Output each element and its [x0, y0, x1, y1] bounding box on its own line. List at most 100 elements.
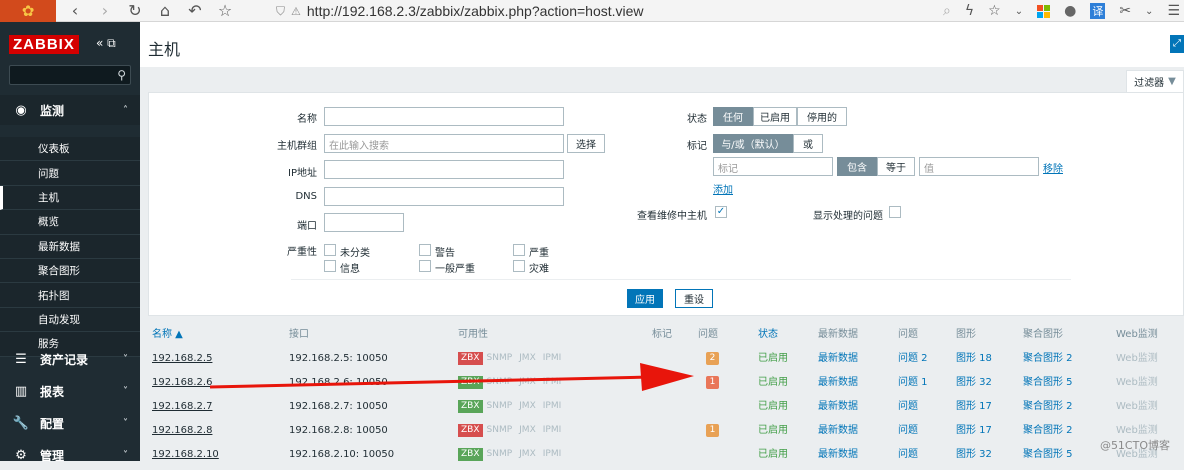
- status-enabled-button[interactable]: 已启用: [753, 107, 797, 126]
- bookmark-icon[interactable]: ☆: [988, 3, 1001, 19]
- problem-count-badge[interactable]: 1: [706, 424, 719, 437]
- tag-or-button[interactable]: 或: [793, 134, 823, 153]
- menu-reports[interactable]: ▥ 报表 ˅: [0, 376, 140, 406]
- select-button[interactable]: 选择: [567, 134, 605, 153]
- problems-link[interactable]: 问题 1: [898, 371, 928, 395]
- latest-data-link[interactable]: 最新数据: [818, 443, 858, 467]
- host-name-link[interactable]: 192.168.2.8: [152, 419, 212, 443]
- url-text[interactable]: http://192.168.2.3/zabbix/zabbix.php?act…: [307, 3, 644, 19]
- problems-link[interactable]: 问题: [898, 443, 918, 467]
- screens-link[interactable]: 聚合图形 2: [1023, 347, 1073, 371]
- maintenance-checkbox[interactable]: ✓: [715, 206, 727, 218]
- menu-item-overview[interactable]: 概览: [0, 210, 140, 235]
- screens-link[interactable]: 聚合图形 2: [1023, 395, 1073, 419]
- lightning-icon[interactable]: ϟ: [965, 3, 974, 19]
- address-bar[interactable]: ⛉ ⚠ http://192.168.2.3/zabbix/zabbix.php…: [276, 0, 644, 22]
- host-status[interactable]: 已启用: [758, 371, 788, 395]
- host-name-link[interactable]: 192.168.2.7: [152, 395, 212, 419]
- screens-link[interactable]: 聚合图形 2: [1023, 419, 1073, 443]
- collapse-sidebar-icon[interactable]: « ⧉: [96, 36, 116, 51]
- filter-tab[interactable]: 过滤器 ▼: [1126, 70, 1184, 92]
- search-icon[interactable]: ⌕: [943, 3, 951, 19]
- menu-item-discovery[interactable]: 自动发现: [0, 307, 140, 333]
- status-any-button[interactable]: 任何: [713, 107, 753, 126]
- problems-link[interactable]: 问题: [898, 395, 918, 419]
- latest-data-link[interactable]: 最新数据: [818, 419, 858, 443]
- menu-item-dashboard[interactable]: 仪表板: [0, 137, 140, 162]
- profile-avatar[interactable]: ✿: [0, 0, 56, 22]
- severity-info-checkbox[interactable]: [324, 260, 336, 272]
- severity-average-checkbox[interactable]: [419, 260, 431, 272]
- reload-icon[interactable]: ↻: [124, 0, 146, 22]
- col-name-header[interactable]: 名称 ▲: [152, 324, 183, 346]
- latest-data-link[interactable]: 最新数据: [818, 371, 858, 395]
- scissors-icon[interactable]: ✂: [1119, 3, 1131, 19]
- menu-item-maps[interactable]: 拓扑图: [0, 283, 140, 308]
- severity-warning-checkbox[interactable]: [419, 244, 431, 256]
- status-disabled-button[interactable]: 停用的: [797, 107, 847, 126]
- back-icon[interactable]: ‹: [64, 0, 86, 22]
- menu-item-problems[interactable]: 问题: [0, 161, 140, 186]
- tag-contains-button[interactable]: 包含: [837, 157, 877, 176]
- zabbix-logo[interactable]: ZABBIX: [9, 35, 79, 54]
- menu-configuration-label: 配置: [40, 416, 65, 431]
- add-tag-link[interactable]: 添加: [713, 181, 733, 196]
- chevron-down-icon[interactable]: ⌄: [1145, 6, 1153, 17]
- host-status[interactable]: 已启用: [758, 419, 788, 443]
- screens-link[interactable]: 聚合图形 5: [1023, 371, 1073, 395]
- tag-value-input[interactable]: 值: [919, 157, 1039, 176]
- col-status-header[interactable]: 状态: [758, 324, 778, 346]
- menu-configuration[interactable]: 🔧 配置 ˅: [0, 408, 140, 438]
- problems-link[interactable]: 问题: [898, 419, 918, 443]
- problem-count-badge[interactable]: 2: [706, 352, 719, 365]
- graphs-link[interactable]: 图形 18: [956, 347, 992, 371]
- latest-data-link[interactable]: 最新数据: [818, 395, 858, 419]
- problem-count-badge[interactable]: 1: [706, 376, 719, 389]
- dns-input[interactable]: [324, 187, 564, 206]
- graphs-link[interactable]: 图形 17: [956, 395, 992, 419]
- menu-item-screens[interactable]: 聚合图形: [0, 258, 140, 284]
- problems-link[interactable]: 问题 2: [898, 347, 928, 371]
- host-status[interactable]: 已启用: [758, 443, 788, 467]
- name-input[interactable]: [324, 107, 564, 126]
- menu-administration[interactable]: ⚙ 管理 ˅: [0, 440, 140, 470]
- menu-icon[interactable]: ☰: [1167, 3, 1180, 19]
- host-name-link[interactable]: 192.168.2.10: [152, 443, 219, 467]
- graphs-link[interactable]: 图形 17: [956, 419, 992, 443]
- host-name-link[interactable]: 192.168.2.5: [152, 347, 212, 371]
- apps-icon[interactable]: [1037, 4, 1051, 18]
- menu-monitoring[interactable]: ◉ 监测 ˄: [0, 95, 140, 125]
- screens-link[interactable]: 聚合图形 5: [1023, 443, 1073, 467]
- severity-not-classified-checkbox[interactable]: [324, 244, 336, 256]
- tag-equals-button[interactable]: 等于: [877, 157, 915, 176]
- latest-data-link[interactable]: 最新数据: [818, 347, 858, 371]
- host-name-link[interactable]: 192.168.2.6: [152, 371, 212, 395]
- port-input[interactable]: [324, 213, 404, 232]
- graphs-link[interactable]: 图形 32: [956, 371, 992, 395]
- chevron-down-icon[interactable]: ⌄: [1015, 6, 1023, 17]
- host-status[interactable]: 已启用: [758, 395, 788, 419]
- hostgroup-input[interactable]: 在此输入搜索: [324, 134, 564, 153]
- home-icon[interactable]: ⌂: [154, 0, 176, 22]
- sidebar-search-input[interactable]: ⚲: [9, 65, 131, 85]
- translate-icon[interactable]: 译: [1090, 3, 1106, 19]
- show-suppressed-checkbox[interactable]: [889, 206, 901, 218]
- apply-button[interactable]: 应用: [627, 289, 663, 308]
- remove-tag-link[interactable]: 移除: [1043, 160, 1063, 175]
- undo-icon[interactable]: ↶: [184, 0, 206, 22]
- menu-item-hosts[interactable]: 主机: [0, 185, 140, 211]
- severity-disaster-checkbox[interactable]: [513, 260, 525, 272]
- fullscreen-icon[interactable]: ⤢: [1170, 35, 1184, 53]
- severity-high-checkbox[interactable]: [513, 244, 525, 256]
- host-status[interactable]: 已启用: [758, 347, 788, 371]
- ip-input[interactable]: [324, 160, 564, 179]
- star-icon[interactable]: ☆: [214, 0, 236, 22]
- tag-name-input[interactable]: 标记: [713, 157, 833, 176]
- forward-icon[interactable]: ›: [94, 0, 116, 22]
- menu-inventory[interactable]: ☰ 资产记录 ˅: [0, 344, 140, 374]
- globe-icon[interactable]: ●: [1064, 3, 1076, 19]
- menu-item-latest-data[interactable]: 最新数据: [0, 234, 140, 259]
- reset-button[interactable]: 重设: [675, 289, 713, 308]
- graphs-link[interactable]: 图形 32: [956, 443, 992, 467]
- tag-and-or-button[interactable]: 与/或（默认）: [713, 134, 793, 153]
